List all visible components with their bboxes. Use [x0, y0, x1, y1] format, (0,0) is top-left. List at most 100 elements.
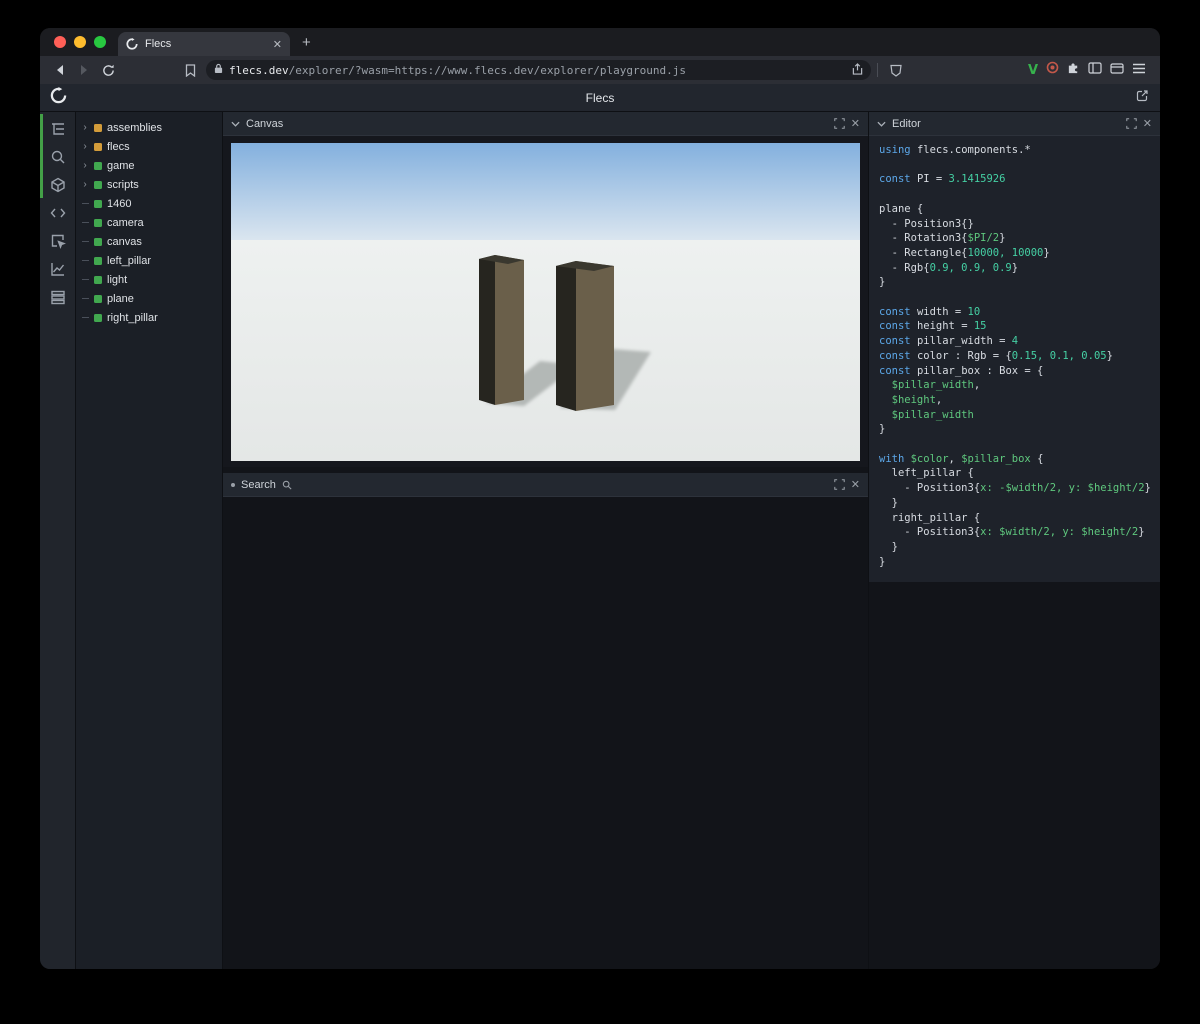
- code-line: left_pillar {: [879, 467, 974, 480]
- fullscreen-icon[interactable]: [834, 479, 845, 490]
- sidebar-toggle-icon[interactable]: [1088, 61, 1102, 79]
- tree-item[interactable]: › game: [76, 156, 222, 175]
- entity-square-icon: [94, 237, 102, 246]
- reload-button[interactable]: [96, 59, 120, 81]
- editor-column: Editor ✕ using flecs.components.* const …: [868, 112, 1160, 969]
- sky: [231, 143, 860, 243]
- expand-arrow-icon[interactable]: ›: [81, 179, 89, 190]
- expand-arrow-icon[interactable]: ›: [81, 141, 89, 152]
- editor-panel-title: Editor: [892, 117, 921, 130]
- entity-square-icon: [94, 199, 102, 208]
- tree-item-label: camera: [107, 216, 144, 229]
- extension-icons: V: [1028, 61, 1152, 79]
- tree-item[interactable]: right_pillar: [76, 308, 222, 327]
- url-host: flecs.dev: [229, 63, 289, 77]
- tree-item-label: scripts: [107, 178, 139, 191]
- expand-arrow-icon[interactable]: ›: [81, 160, 89, 171]
- sidebar-accent-bar: [40, 114, 43, 198]
- editor-filler: [869, 582, 1160, 969]
- entity-square-icon: [94, 123, 102, 132]
- left-pillar: [479, 255, 524, 405]
- statistics-icon[interactable]: [49, 260, 67, 278]
- canvas-panel-title: Canvas: [246, 117, 284, 130]
- close-panel-icon[interactable]: ✕: [851, 478, 860, 491]
- inspect-icon[interactable]: [49, 232, 67, 250]
- wallet-icon[interactable]: [1110, 61, 1124, 79]
- toolbar-separator: [877, 63, 878, 77]
- minimize-window-button[interactable]: [74, 36, 86, 48]
- close-panel-icon[interactable]: ✕: [1143, 117, 1152, 130]
- code-line: - Position3{x: -$width/2, y: $height/2}: [879, 482, 1151, 495]
- expand-arrow-icon[interactable]: ›: [81, 122, 89, 133]
- chevron-down-icon[interactable]: [877, 121, 886, 127]
- url-bar[interactable]: flecs.dev/explorer/?wasm=https://www.fle…: [206, 60, 871, 80]
- close-panel-icon[interactable]: ✕: [851, 117, 860, 130]
- share-icon[interactable]: [852, 62, 863, 78]
- forward-button[interactable]: [72, 59, 96, 81]
- tree-item[interactable]: 1460: [76, 194, 222, 213]
- tree-item-label: plane: [107, 292, 134, 305]
- browser-tab[interactable]: Flecs ✕: [118, 32, 290, 56]
- code-line: - Position3{x: $width/2, y: $height/2}: [879, 526, 1145, 539]
- zoom-window-button[interactable]: [94, 36, 106, 48]
- code-line: const height = 15: [879, 320, 987, 333]
- search-icon[interactable]: [49, 148, 67, 166]
- collapsed-dot-icon[interactable]: [231, 482, 235, 487]
- brave-shield-icon[interactable]: [884, 59, 908, 81]
- chevron-down-icon[interactable]: [231, 121, 240, 127]
- fullscreen-icon[interactable]: [1126, 118, 1137, 129]
- back-button[interactable]: [48, 59, 72, 81]
- tree-item-label: light: [107, 273, 128, 286]
- entity-square-icon: [94, 142, 102, 151]
- code-line: $height,: [879, 393, 943, 406]
- tree-item[interactable]: plane: [76, 289, 222, 308]
- queries-icon[interactable]: [49, 288, 67, 306]
- entity-square-icon: [94, 218, 102, 227]
- tree-item[interactable]: left_pillar: [76, 251, 222, 270]
- tree-item-label: assemblies: [107, 121, 163, 134]
- url-path: /explorer/?wasm=https://www.flecs.dev/ex…: [288, 63, 686, 77]
- code-editor[interactable]: using flecs.components.* const PI = 3.14…: [869, 136, 1160, 582]
- code-line: - Rgb{0.9, 0.9, 0.9}: [879, 261, 1019, 274]
- bookmark-icon[interactable]: [178, 59, 202, 81]
- tree-item[interactable]: camera: [76, 213, 222, 232]
- canvas-panel-header: Canvas ✕: [223, 112, 868, 136]
- extension-v-icon[interactable]: V: [1028, 63, 1038, 78]
- tree-item-label: flecs: [107, 140, 130, 153]
- tree-item-label: game: [107, 159, 135, 172]
- code-line: $pillar_width: [879, 408, 974, 421]
- fullscreen-icon[interactable]: [834, 118, 845, 129]
- code-line: }: [879, 540, 898, 553]
- new-tab-button[interactable]: +: [302, 34, 311, 51]
- page-title: Flecs: [585, 90, 615, 105]
- code-icon[interactable]: [49, 204, 67, 222]
- close-window-button[interactable]: [54, 36, 66, 48]
- tree-item[interactable]: canvas: [76, 232, 222, 251]
- code-line: with $color, $pillar_box {: [879, 452, 1044, 465]
- entity-tree-icon[interactable]: [49, 120, 67, 138]
- tree-item[interactable]: › assemblies: [76, 118, 222, 137]
- code-line: }: [879, 496, 898, 509]
- code-line: - Position3{}: [879, 217, 974, 230]
- close-tab-icon[interactable]: ✕: [273, 38, 282, 51]
- code-line: using flecs.components.*: [879, 144, 1031, 156]
- canvas-panel-body: [223, 136, 868, 467]
- menu-icon[interactable]: [1132, 61, 1146, 79]
- search-panel-title: Search: [241, 478, 276, 491]
- tree-item[interactable]: light: [76, 270, 222, 289]
- tree-item-label: right_pillar: [107, 311, 158, 324]
- app-header: Flecs: [40, 84, 1160, 112]
- tree-connector: [81, 312, 89, 323]
- extensions-puzzle-icon[interactable]: [1067, 61, 1080, 79]
- entity-square-icon: [94, 294, 102, 303]
- browser-toolbar: flecs.dev/explorer/?wasm=https://www.fle…: [40, 56, 1160, 84]
- code-line: plane {: [879, 202, 924, 215]
- tree-item[interactable]: › flecs: [76, 137, 222, 156]
- tree-item[interactable]: › scripts: [76, 175, 222, 194]
- 3d-canvas[interactable]: [231, 143, 860, 461]
- entities-icon[interactable]: [49, 176, 67, 194]
- extension-dot-icon[interactable]: [1046, 61, 1059, 79]
